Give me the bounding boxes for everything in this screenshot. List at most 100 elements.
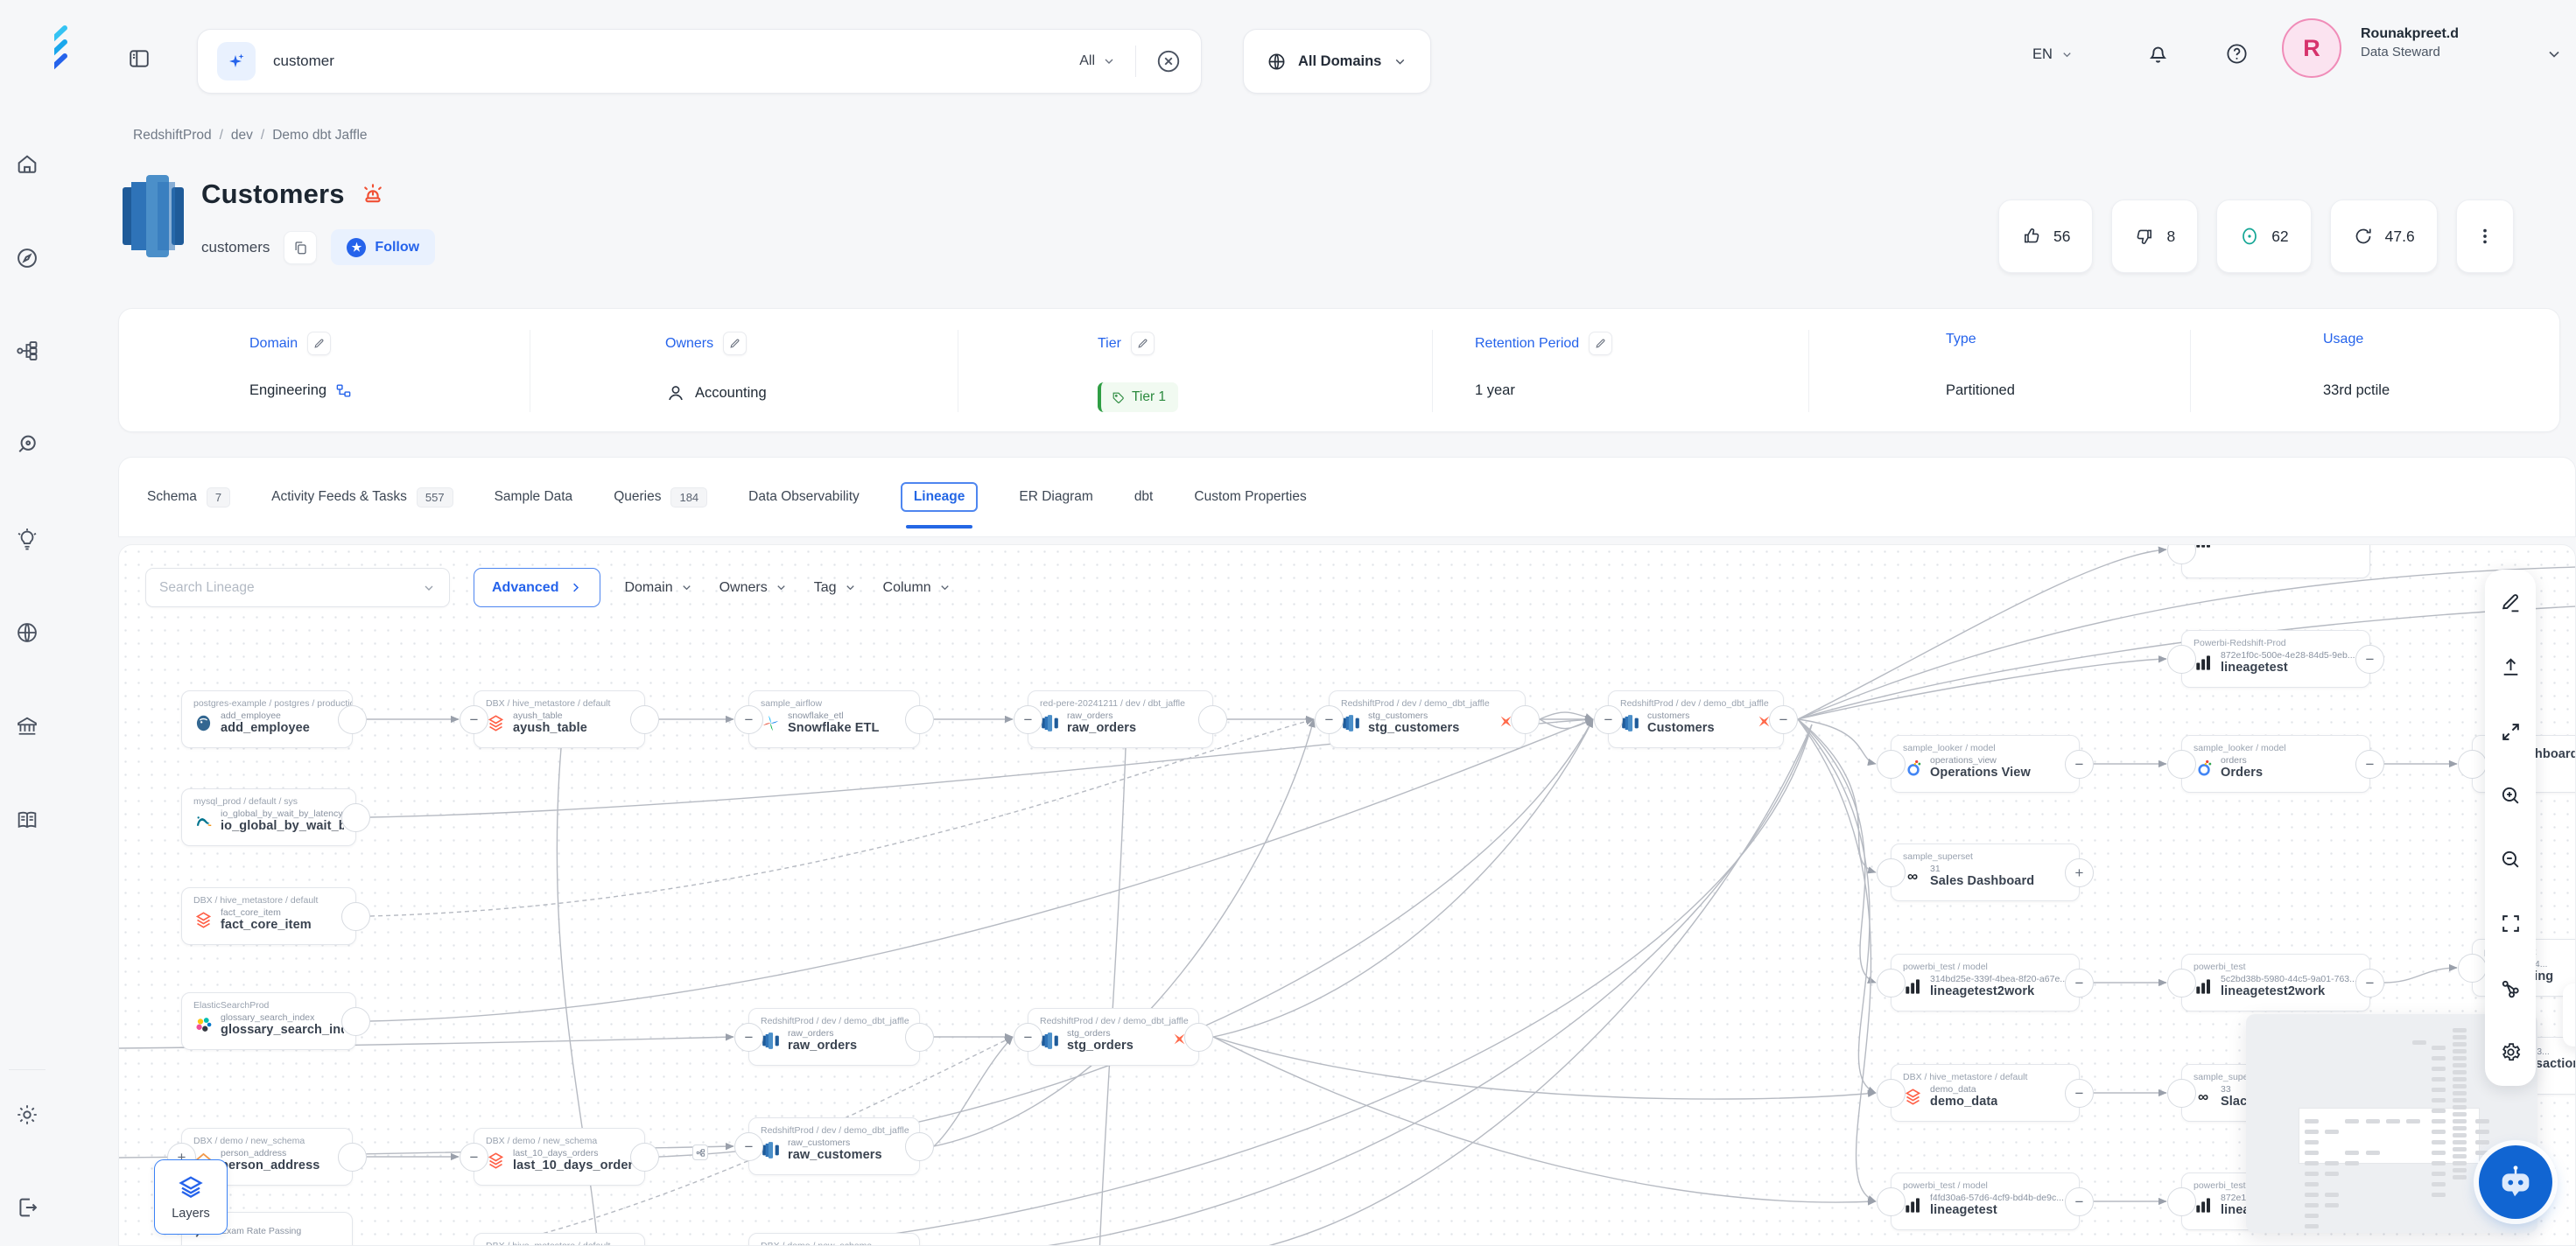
node-connector-left[interactable] bbox=[1877, 1187, 1906, 1216]
help-icon[interactable] bbox=[2225, 42, 2249, 66]
chatbot-button[interactable] bbox=[2479, 1145, 2552, 1219]
node-connector-left[interactable]: − bbox=[1014, 705, 1042, 734]
lineage-node-raw-orders[interactable]: red-pere-20241211 / dev / dbt_jaffleraw_… bbox=[1028, 690, 1213, 748]
node-connector-left[interactable]: − bbox=[460, 1143, 488, 1172]
node-connector-left[interactable] bbox=[2167, 1187, 2196, 1216]
lineage-node-demo-data[interactable]: DBX / hive_metastore / defaultdemo_datad… bbox=[1891, 1064, 2080, 1122]
layers-button[interactable]: Layers bbox=[154, 1159, 228, 1235]
breadcrumb-item[interactable]: dev bbox=[231, 128, 253, 143]
node-connector-right[interactable]: − bbox=[2065, 1079, 2094, 1108]
tab-sample-data[interactable]: Sample Data bbox=[495, 489, 573, 505]
node-connector-right[interactable] bbox=[1511, 705, 1540, 734]
node-connector-right[interactable] bbox=[341, 902, 370, 931]
lineage-branch-icon[interactable] bbox=[2500, 977, 2522, 999]
asset-preview-card[interactable] bbox=[2563, 984, 2576, 1046]
refresh-score-button[interactable]: 47.6 bbox=[2330, 200, 2438, 273]
node-connector-right[interactable]: − bbox=[2355, 969, 2384, 998]
compass-icon[interactable] bbox=[15, 246, 39, 270]
more-actions-button[interactable] bbox=[2456, 200, 2514, 273]
edit-domain-icon[interactable] bbox=[307, 332, 331, 355]
edit-owners-icon[interactable] bbox=[723, 332, 747, 355]
node-connector-left[interactable] bbox=[1877, 858, 1906, 887]
node-connector-right[interactable] bbox=[630, 705, 659, 734]
node-connector-right[interactable]: − bbox=[2065, 969, 2094, 998]
node-connector-left[interactable]: − bbox=[1315, 705, 1344, 734]
edit-lineage-icon[interactable] bbox=[2500, 592, 2522, 614]
filter-domain-dropdown[interactable]: Domain bbox=[624, 580, 692, 596]
globe-icon[interactable] bbox=[15, 620, 39, 645]
lineage-node-last-10-days-orders[interactable]: DBX / demo / new_schemalast_10_days_orde… bbox=[474, 1128, 645, 1186]
notifications-bell-icon[interactable] bbox=[2146, 42, 2170, 66]
node-connector-left[interactable]: − bbox=[1014, 1023, 1042, 1052]
export-upload-icon[interactable] bbox=[2500, 656, 2522, 678]
lineage-node-operations-view[interactable]: sample_looker / modeloperations_viewOper… bbox=[1891, 735, 2080, 793]
products-tree-icon[interactable] bbox=[15, 339, 39, 363]
lineage-node-customers[interactable]: RedshiftProd / dev / demo_dbt_jafflecust… bbox=[1608, 690, 1784, 748]
language-selector[interactable]: EN bbox=[2032, 46, 2074, 63]
all-domains-dropdown[interactable]: All Domains bbox=[1243, 29, 1431, 94]
edit-tier-icon[interactable] bbox=[1131, 332, 1155, 355]
breadcrumb-item[interactable]: RedshiftProd bbox=[133, 128, 212, 143]
home-icon[interactable] bbox=[15, 152, 39, 177]
lineage-node-add-employee[interactable]: postgres-example / postgres / production… bbox=[181, 690, 353, 748]
zoom-in-icon[interactable] bbox=[2500, 785, 2522, 807]
copy-icon[interactable] bbox=[284, 231, 317, 264]
node-connector-left[interactable] bbox=[2458, 750, 2487, 779]
lineage-node-stg-customers[interactable]: RedshiftProd / dev / demo_dbt_jafflestg_… bbox=[1329, 690, 1526, 748]
filter-column-dropdown[interactable]: Column bbox=[883, 580, 951, 596]
tab-custom-properties[interactable]: Custom Properties bbox=[1194, 489, 1306, 505]
node-connector-right[interactable] bbox=[341, 803, 370, 832]
follow-button[interactable]: ★Follow bbox=[331, 229, 435, 265]
global-search-bar[interactable]: customer All bbox=[197, 29, 1202, 94]
node-connector-left[interactable]: − bbox=[734, 1132, 763, 1161]
node-connector-left[interactable] bbox=[1877, 969, 1906, 998]
node-connector-left[interactable] bbox=[2458, 954, 2487, 983]
edge-process-icon[interactable] bbox=[692, 1144, 708, 1160]
lineage-node-dbx-demo-new-schema[interactable]: DBX / demo / new_schema bbox=[748, 1233, 920, 1246]
domain-value[interactable]: Engineering bbox=[249, 382, 352, 399]
node-connector-right[interactable]: − bbox=[2355, 645, 2384, 674]
governance-bank-icon[interactable] bbox=[15, 714, 39, 738]
lineage-node-orders[interactable]: sample_looker / modelordersOrders− bbox=[2181, 735, 2370, 793]
filter-tag-dropdown[interactable]: Tag bbox=[814, 580, 857, 596]
node-connector-left[interactable] bbox=[2167, 645, 2196, 674]
likes-button[interactable]: 56 bbox=[1998, 200, 2093, 273]
node-connector-left[interactable] bbox=[1877, 1079, 1906, 1108]
tier-badge[interactable]: Tier 1 bbox=[1098, 382, 1178, 412]
node-connector-right[interactable] bbox=[905, 1023, 934, 1052]
node-connector-right[interactable] bbox=[905, 1132, 934, 1161]
lineage-node-raw-orders[interactable]: RedshiftProd / dev / demo_dbt_jaffleraw_… bbox=[748, 1008, 920, 1066]
filter-owners-dropdown[interactable]: Owners bbox=[719, 580, 788, 596]
node-connector-right[interactable] bbox=[341, 1007, 370, 1036]
lineage-node-lineagetest2work[interactable]: powerbi_test5c2bd38b-5980-44c5-9a01-763.… bbox=[2181, 954, 2370, 1012]
node-connector-left[interactable]: − bbox=[1594, 705, 1623, 734]
lineage-node-dbx-hive-metastore-default[interactable]: DBX / hive_metastore / default bbox=[474, 1233, 645, 1246]
node-connector-right[interactable]: − bbox=[2355, 750, 2384, 779]
tab-activity-feeds-tasks[interactable]: Activity Feeds & Tasks557 bbox=[271, 487, 453, 508]
lineage-node-lineagetest2work[interactable]: powerbi_test / model314bd25e-339f-4bea-8… bbox=[1891, 954, 2080, 1012]
node-connector-left[interactable]: − bbox=[734, 705, 763, 734]
user-avatar[interactable]: R bbox=[2282, 18, 2341, 78]
expand-arrows-icon[interactable] bbox=[2500, 721, 2522, 743]
lineage-node-raw-customers[interactable]: RedshiftProd / dev / demo_dbt_jaffleraw_… bbox=[748, 1117, 920, 1175]
alert-siren-icon[interactable] bbox=[360, 181, 386, 207]
node-connector-left[interactable] bbox=[2167, 750, 2196, 779]
logout-icon[interactable] bbox=[15, 1195, 39, 1220]
lineage-node-fact-core-item[interactable]: DBX / hive_metastore / defaultfact_core_… bbox=[181, 887, 356, 945]
tab-queries[interactable]: Queries184 bbox=[614, 487, 707, 508]
lineage-settings-icon[interactable] bbox=[2500, 1041, 2522, 1063]
dislikes-button[interactable]: 8 bbox=[2111, 200, 2198, 273]
lineage-node-lineagetest[interactable]: Powerbi-Redshift-Prod872e1f0c-500e-4e28-… bbox=[2181, 630, 2370, 688]
node-connector-right[interactable] bbox=[1198, 705, 1227, 734]
node-connector-left[interactable] bbox=[1877, 750, 1906, 779]
insights-bulb-icon[interactable] bbox=[15, 527, 39, 551]
node-connector-right[interactable] bbox=[338, 1143, 367, 1172]
lineage-node-omone[interactable]: omone bbox=[2181, 544, 2370, 578]
tab-lineage[interactable]: Lineage bbox=[901, 482, 979, 512]
reference-book-icon[interactable] bbox=[15, 808, 39, 832]
views-button[interactable]: 62 bbox=[2216, 200, 2311, 273]
zoom-out-icon[interactable] bbox=[2500, 849, 2522, 871]
search-input[interactable]: customer bbox=[273, 52, 1079, 70]
node-connector-left[interactable]: − bbox=[460, 705, 488, 734]
user-menu[interactable]: Rounakpreet.d Data Steward bbox=[2361, 24, 2459, 61]
